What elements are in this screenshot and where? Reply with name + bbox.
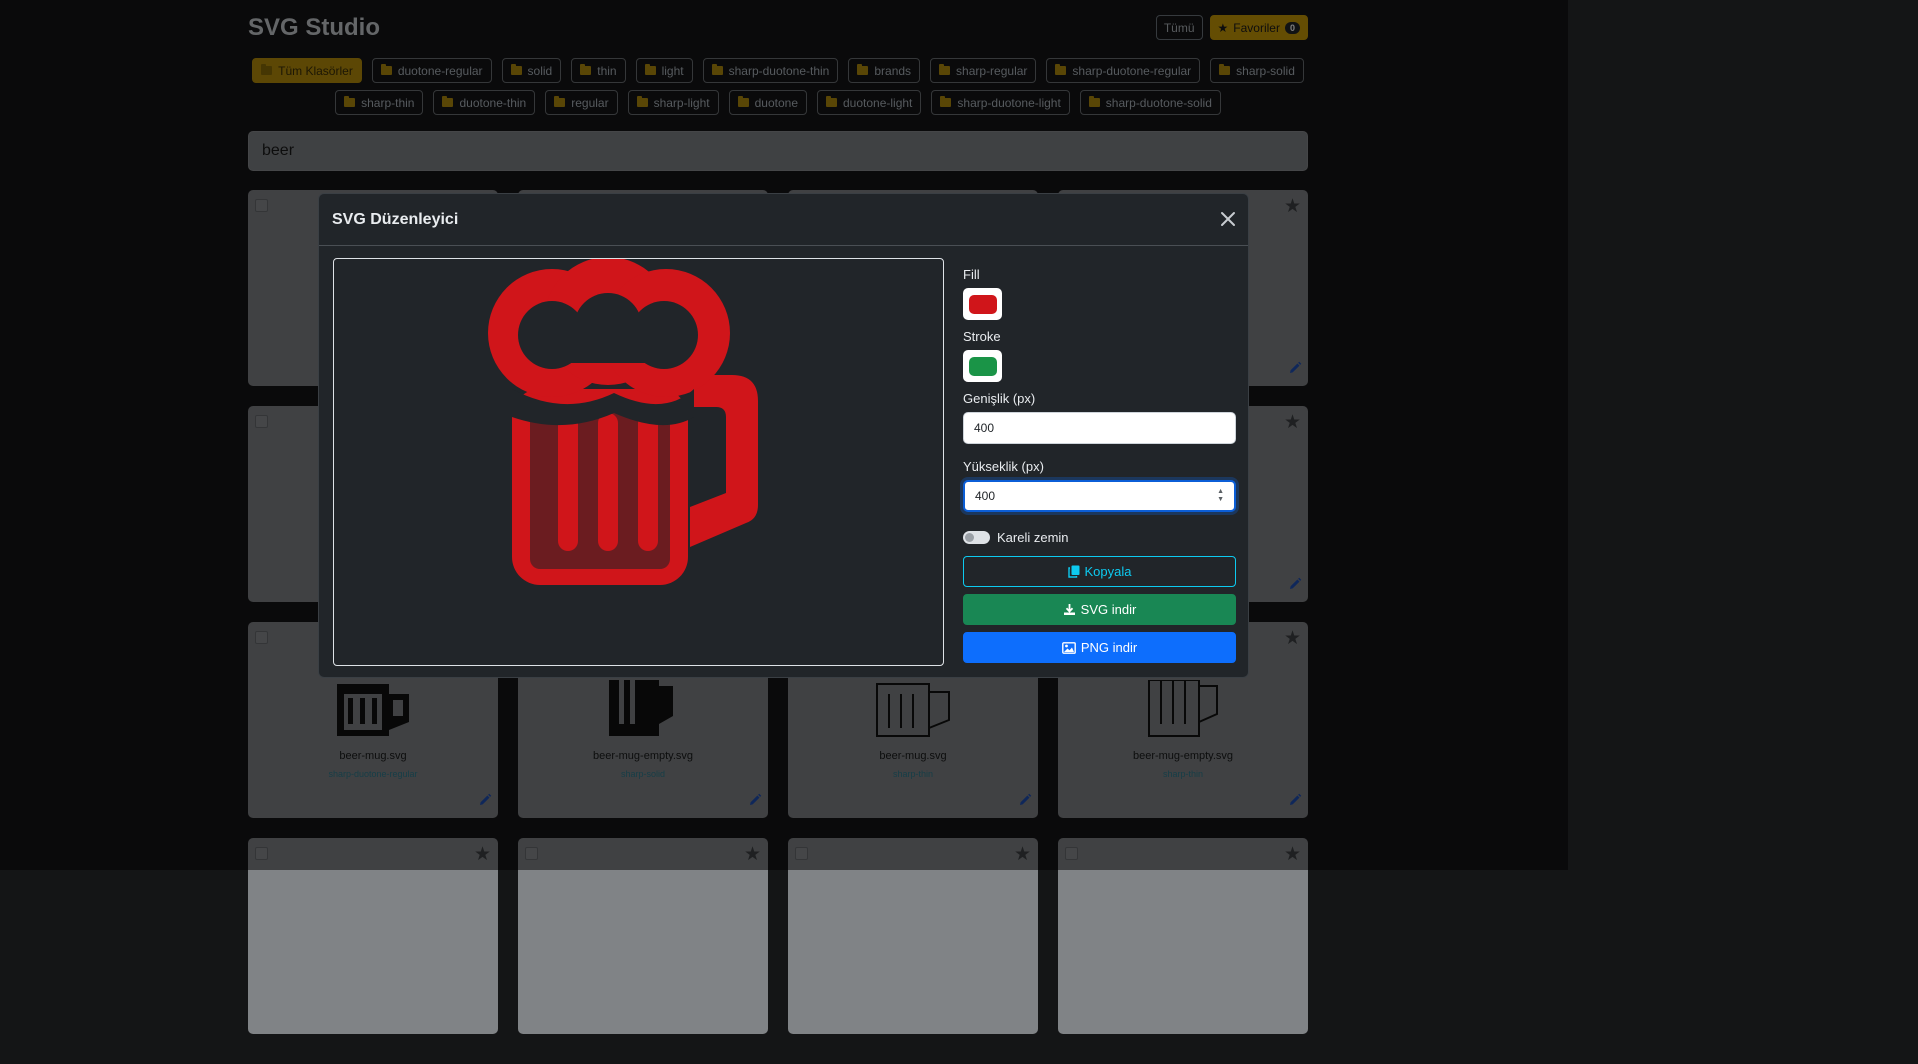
checker-label: Kareli zemin <box>997 530 1069 545</box>
stroke-label: Stroke <box>963 329 1001 344</box>
height-label: Yükseklik (px) <box>963 459 1044 474</box>
height-value: 400 <box>975 489 996 503</box>
number-spinner[interactable]: ▲ ▼ <box>1217 488 1224 504</box>
copy-label: Kopyala <box>1084 564 1132 579</box>
download-icon <box>1063 604 1075 615</box>
width-value: 400 <box>974 421 995 435</box>
editor-controls: Fill Stroke Genişlik (px) 400 Yükseklik … <box>963 258 1236 663</box>
checker-background-toggle[interactable] <box>963 531 990 544</box>
width-input[interactable]: 400 <box>963 412 1236 444</box>
close-icon[interactable] <box>1218 209 1238 229</box>
stroke-color-picker[interactable] <box>963 350 1002 382</box>
fill-label: Fill <box>963 267 980 282</box>
fill-color-picker[interactable] <box>963 288 1002 320</box>
png-download-label: PNG indir <box>1080 640 1138 655</box>
checker-toggle-row: Kareli zemin <box>963 530 1236 545</box>
modal-header: SVG Düzenleyici <box>319 194 1248 246</box>
fill-color-swatch <box>968 294 997 314</box>
svg-preview <box>333 257 944 666</box>
copy-button[interactable]: Kopyala <box>963 556 1236 587</box>
image-icon <box>1061 641 1076 654</box>
svg-download-button[interactable]: SVG indir <box>963 594 1236 625</box>
stroke-color-swatch <box>968 356 997 376</box>
copy-icon <box>1067 565 1079 578</box>
height-input[interactable]: 400 ▲ ▼ <box>963 480 1236 512</box>
modal-title: SVG Düzenleyici <box>332 211 459 228</box>
svg-download-label: SVG indir <box>1080 602 1137 617</box>
svg-editor-modal: SVG Düzenleyici Fill Stroke Genişlik (px… <box>318 193 1249 678</box>
width-label: Genişlik (px) <box>963 391 1036 406</box>
beer-mug-preview-icon <box>488 257 758 585</box>
toggle-knob <box>965 533 974 542</box>
png-download-button[interactable]: PNG indir <box>963 632 1236 663</box>
